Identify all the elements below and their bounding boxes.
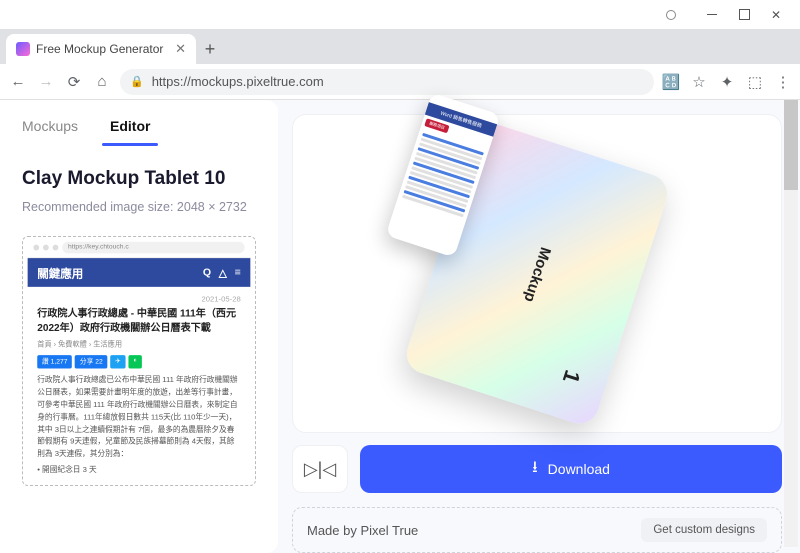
- download-icon: ⭳: [532, 456, 538, 483]
- tablet-label: Mockup: [520, 244, 554, 303]
- mini-share-buttons: 讚 1,277 分享 22 ✈ ◐: [37, 355, 241, 368]
- lock-icon: 🔒: [130, 75, 144, 88]
- mini-banner-title: 關鍵應用: [37, 264, 83, 280]
- page-content: Mockups Editor Clay Mockup Tablet 10 Rec…: [0, 100, 800, 553]
- mini-browser-top: https://key.chtouch.c: [28, 237, 251, 258]
- window-status-dot: [666, 10, 676, 20]
- dropzone-preview: https://key.chtouch.c 關鍵應用 Q △ ≡ 2021-05…: [28, 237, 251, 486]
- browser-tabstrip: Free Mockup Generator ✕ +: [0, 30, 800, 64]
- sidebar-tabs: Mockups Editor: [22, 118, 256, 144]
- mockup-preview: Mockup 1 Word 銷售轉售服務 服務項目: [292, 114, 782, 433]
- get-custom-designs-button[interactable]: Get custom designs: [641, 518, 767, 542]
- editor-sidebar: Mockups Editor Clay Mockup Tablet 10 Rec…: [0, 100, 278, 553]
- back-button[interactable]: ←: [8, 72, 28, 92]
- window-titlebar: [0, 0, 800, 30]
- profile-icon[interactable]: ⬚: [746, 73, 764, 91]
- mini-heading: 行政院人事行政總處 - 中華民國 111年（西元 2022年）政府行政機關辦公日…: [37, 307, 241, 335]
- forward-button[interactable]: →: [36, 72, 56, 92]
- browser-tab[interactable]: Free Mockup Generator ✕: [6, 34, 196, 64]
- vertical-scrollbar[interactable]: [784, 100, 798, 547]
- window-minimize-button[interactable]: [696, 3, 728, 27]
- made-by-label: Made by Pixel True: [307, 523, 418, 538]
- flip-icon: ▷|◁: [304, 459, 336, 480]
- share-badge: 分享 22: [75, 355, 107, 368]
- download-button[interactable]: ⭳ Download: [360, 445, 782, 493]
- home-button[interactable]: ⌂: [92, 72, 112, 92]
- extensions-icon[interactable]: ✦: [718, 73, 736, 91]
- window-maximize-button[interactable]: [728, 3, 760, 27]
- action-bar: ▷|◁ ⭳ Download: [292, 445, 782, 493]
- line-icon: ◐: [129, 355, 143, 368]
- favicon-icon: [16, 42, 30, 56]
- mini-paragraph: 行政院人事行政總處已公布中華民國 111 年政府行政機關辦公日曆表，如果需要計畫…: [37, 375, 241, 461]
- main-area: Mockup 1 Word 銷售轉售服務 服務項目: [278, 100, 800, 553]
- address-bar[interactable]: 🔒 https://mockups.pixeltrue.com: [120, 69, 654, 95]
- tab-editor[interactable]: Editor: [110, 118, 150, 144]
- like-badge: 讚 1,277: [37, 355, 72, 368]
- menu-icon[interactable]: ⋮: [774, 73, 792, 91]
- telegram-icon: ✈: [110, 355, 125, 368]
- tablet-number: 1: [557, 366, 586, 386]
- download-label: Download: [548, 461, 610, 477]
- mini-url: https://key.chtouch.c: [62, 241, 244, 253]
- reload-button[interactable]: ⟳: [64, 72, 84, 92]
- mini-breadcrumb: 首頁 › 免費軟體 › 生活應用: [37, 339, 241, 350]
- bell-icon: △: [219, 266, 227, 278]
- tab-close-icon[interactable]: ✕: [175, 41, 186, 57]
- mini-date: 2021-05-28: [37, 295, 241, 304]
- tab-title: Free Mockup Generator: [36, 42, 163, 56]
- flip-button[interactable]: ▷|◁: [292, 445, 348, 493]
- bookmark-icon[interactable]: ☆: [690, 73, 708, 91]
- scrollbar-thumb[interactable]: [784, 100, 798, 190]
- url-text: https://mockups.pixeltrue.com: [152, 74, 324, 89]
- mini-bullet: • 開國紀念日 3 天: [37, 464, 241, 476]
- device-group: Mockup 1 Word 銷售轉售服務 服務項目: [402, 119, 673, 428]
- translate-icon[interactable]: 🔠: [662, 73, 680, 91]
- window-close-button[interactable]: [760, 3, 792, 27]
- mockup-title: Clay Mockup Tablet 10: [22, 168, 256, 190]
- hamburger-icon: ≡: [235, 266, 241, 278]
- image-dropzone[interactable]: https://key.chtouch.c 關鍵應用 Q △ ≡ 2021-05…: [22, 236, 256, 486]
- search-icon: Q: [203, 266, 211, 278]
- footer-cta: Made by Pixel True Get custom designs: [292, 507, 782, 553]
- new-tab-button[interactable]: +: [196, 34, 224, 64]
- mini-banner: 關鍵應用 Q △ ≡: [28, 258, 251, 287]
- browser-toolbar: ← → ⟳ ⌂ 🔒 https://mockups.pixeltrue.com …: [0, 64, 800, 100]
- recommended-size: Recommended image size: 2048 × 2732: [22, 200, 256, 214]
- tab-mockups[interactable]: Mockups: [22, 118, 78, 144]
